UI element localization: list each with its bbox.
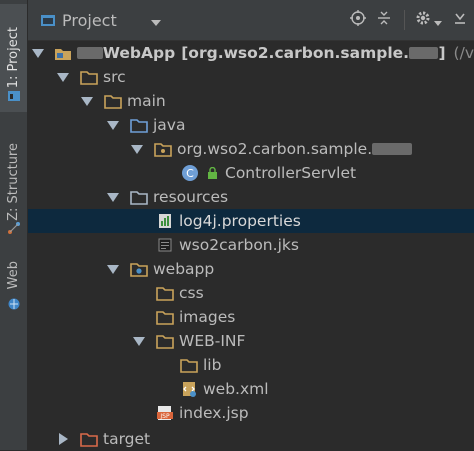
tree-node-wso2carbon-jks[interactable]: wso2carbon.jks <box>28 233 474 257</box>
web-icon <box>0 294 27 314</box>
view-selector-dropdown[interactable]: Project <box>62 0 182 40</box>
module-folder-icon <box>54 45 72 61</box>
binary-file-icon <box>156 237 174 253</box>
expanded-arrow-icon[interactable] <box>32 46 44 60</box>
project-view-header: Project <box>28 0 474 41</box>
excluded-folder-icon <box>80 431 98 447</box>
tree-node-images[interactable]: images <box>28 305 474 329</box>
redacted-text <box>372 143 413 155</box>
lib-label: lib <box>203 356 222 374</box>
hide-tool-window-button[interactable] <box>448 0 472 40</box>
web-inf-label: WEB-INF <box>179 332 246 350</box>
chevron-down-icon <box>150 11 161 30</box>
expanded-arrow-icon[interactable] <box>106 190 120 204</box>
structure-tool-tab-label: Z: Structure <box>6 143 21 221</box>
tree-node-log4j-properties[interactable]: log4j.properties <box>28 209 474 233</box>
folder-icon <box>104 93 122 109</box>
root-module-artifact: [org.wso2.carbon.sample. <box>181 44 410 62</box>
project-tree: WebApp [org.wso2.carbon.sample. ] (/v sr… <box>28 41 474 450</box>
folder-icon <box>156 333 174 349</box>
tree-node-root-module[interactable]: WebApp [org.wso2.carbon.sample. ] (/v <box>28 41 474 65</box>
scroll-from-source-button[interactable] <box>346 0 370 40</box>
tree-node-target[interactable]: target <box>28 427 474 451</box>
tree-node-webapp[interactable]: webapp <box>28 257 474 281</box>
java-class-icon: C <box>180 165 200 181</box>
collapsed-arrow-icon[interactable] <box>56 432 70 446</box>
web-xml-label: web.xml <box>203 380 269 398</box>
tree-node-controller-servlet[interactable]: C ControllerServlet <box>28 161 474 185</box>
source-folder-icon <box>130 117 148 133</box>
package-label: org.wso2.carbon.sample. <box>177 140 373 158</box>
webapp-label: webapp <box>153 260 215 278</box>
folder-icon <box>80 69 98 85</box>
root-module-path: (/v <box>453 44 474 62</box>
images-label: images <box>179 308 236 326</box>
folder-icon <box>180 357 198 373</box>
root-module-artifact-suffix: ] <box>438 44 446 62</box>
tree-node-package[interactable]: org.wso2.carbon.sample. <box>28 137 474 161</box>
project-tool-icon <box>0 86 27 106</box>
project-view-icon <box>36 0 60 40</box>
package-icon <box>154 141 172 157</box>
structure-icon <box>0 218 27 238</box>
collapse-all-icon <box>376 10 392 30</box>
crosshair-icon <box>350 10 366 30</box>
jsp-file-icon: JSP <box>156 405 174 421</box>
gear-icon <box>415 10 431 30</box>
tree-node-main[interactable]: main <box>28 89 474 113</box>
tree-node-resources[interactable]: resources <box>28 185 474 209</box>
target-label: target <box>103 430 151 448</box>
xml-file-icon <box>180 381 198 397</box>
controller-servlet-label: ControllerServlet <box>225 164 357 182</box>
java-label: java <box>153 116 186 134</box>
tool-window-strip: 1: Project Z: Structure Web <box>0 0 28 450</box>
main-label: main <box>127 92 166 110</box>
tree-node-lib[interactable]: lib <box>28 353 474 377</box>
tree-node-src[interactable]: src <box>28 65 474 89</box>
view-title: Project <box>62 10 117 30</box>
tree-node-index-jsp[interactable]: JSP index.jsp <box>28 401 474 425</box>
expanded-arrow-icon[interactable] <box>106 118 120 132</box>
settings-chevron-icon <box>433 11 442 30</box>
src-label: src <box>103 68 126 86</box>
project-tool-tab-label: 1: Project <box>6 27 21 89</box>
lock-icon <box>205 165 219 181</box>
view-settings-button[interactable] <box>410 0 446 40</box>
redacted-text <box>409 47 439 59</box>
web-tool-tab[interactable]: Web <box>0 252 27 298</box>
tree-node-java[interactable]: java <box>28 113 474 137</box>
svg-text:C: C <box>186 167 194 180</box>
log4j-label: log4j.properties <box>179 212 301 230</box>
folder-icon <box>156 309 174 325</box>
folder-icon <box>156 285 174 301</box>
expanded-arrow-icon[interactable] <box>56 70 70 84</box>
tree-node-css[interactable]: css <box>28 281 474 305</box>
css-label: css <box>179 284 204 302</box>
collapse-all-button[interactable] <box>372 0 396 40</box>
hide-icon <box>452 10 468 30</box>
svg-text:JSP: JSP <box>159 413 170 420</box>
web-tool-tab-label: Web <box>6 260 21 290</box>
expanded-arrow-icon[interactable] <box>130 142 144 156</box>
tree-node-web-xml[interactable]: web.xml <box>28 377 474 401</box>
root-module-name: WebApp <box>102 44 176 62</box>
resources-label: resources <box>153 188 229 206</box>
expanded-arrow-icon[interactable] <box>80 94 94 108</box>
resources-folder-icon <box>130 189 148 205</box>
properties-file-icon <box>156 213 174 229</box>
expanded-arrow-icon[interactable] <box>106 262 120 276</box>
web-folder-icon <box>130 261 148 277</box>
redacted-text <box>77 47 103 59</box>
expanded-arrow-icon[interactable] <box>132 334 146 348</box>
index-jsp-label: index.jsp <box>179 404 249 422</box>
jks-label: wso2carbon.jks <box>179 236 299 254</box>
tree-node-web-inf[interactable]: WEB-INF <box>28 329 474 353</box>
